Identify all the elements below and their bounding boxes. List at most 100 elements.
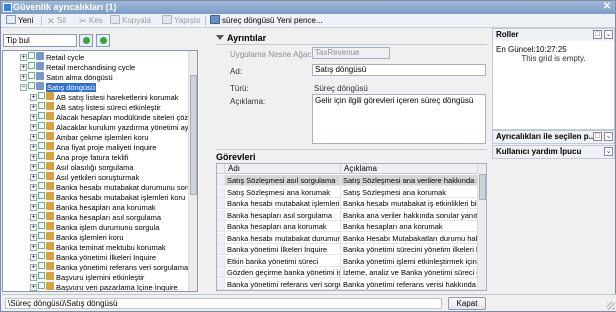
expand-icon[interactable]: + xyxy=(30,274,37,281)
tree-item[interactable]: + Retail merchandising cycle xyxy=(20,62,135,72)
tree-item[interactable]: + Ana fiyat proje maliyeti İnquire xyxy=(30,142,156,152)
grid-row-selector[interactable] xyxy=(217,278,225,290)
task-name-cell[interactable]: Banka hesapları ana korumak xyxy=(225,221,341,232)
grid-row-selector[interactable] xyxy=(217,244,225,255)
expand-icon[interactable]: + xyxy=(30,184,37,191)
expand-icon[interactable]: + xyxy=(20,64,27,71)
panel-expand-icon[interactable]: ⌄ xyxy=(604,147,613,156)
expand-icon[interactable]: + xyxy=(20,74,27,81)
tree-item[interactable]: − Satış döngüsü xyxy=(20,82,96,92)
tree-item[interactable]: + Banka hesabı mutabakat durumunu sorgula xyxy=(30,182,197,192)
tree-item-checkbox[interactable] xyxy=(28,62,35,69)
task-name-cell[interactable]: Banka hesapları asıl sorgulama xyxy=(225,209,341,221)
tree-item[interactable]: + Asıl olasılığı sorgulama xyxy=(30,162,134,172)
expand-icon[interactable]: + xyxy=(30,104,37,111)
tree-item[interactable]: + Banka teminat mektubu korumak xyxy=(30,242,166,252)
tree-item[interactable]: + Başvuru veri pazarlama İçine İnquire xyxy=(30,282,178,291)
tree-item[interactable]: + Başvuru işlemini etkinleştir xyxy=(30,272,144,282)
tree-item-checkbox[interactable] xyxy=(38,122,45,129)
tree-item-checkbox[interactable] xyxy=(28,72,35,79)
window-close-button[interactable]: ✕ xyxy=(600,1,614,13)
tree-item-checkbox[interactable] xyxy=(38,252,45,259)
delete-button[interactable]: ✕ Sil xyxy=(47,14,66,28)
tree-item[interactable]: + Asıl yetkileri soruşturmak xyxy=(30,172,139,182)
tree-item[interactable]: + Banka işlem durumunu sorgula xyxy=(30,222,159,232)
tree-item[interactable]: + AB satış listesi hareketlerini korumak xyxy=(30,92,179,102)
task-description-cell[interactable]: Banka yönetimi sürecini yönetim ilkeleri… xyxy=(341,244,479,255)
grid-row-selector[interactable] xyxy=(217,186,225,198)
new-button[interactable]: Yeni xyxy=(6,14,33,28)
tree-item-checkbox[interactable] xyxy=(38,232,45,239)
expand-icon[interactable]: + xyxy=(30,134,37,141)
panel-expand-icon[interactable]: ⌄ xyxy=(604,132,613,141)
tree-item-checkbox[interactable] xyxy=(38,132,45,139)
tree-item[interactable]: + Banka yönetimi İlkeleri İnquire xyxy=(30,252,156,262)
paste-button[interactable]: Yapıştır xyxy=(162,14,201,28)
tree-item-checkbox[interactable] xyxy=(38,212,45,219)
grid-row-selector[interactable] xyxy=(217,175,225,186)
collapse-icon[interactable]: − xyxy=(20,84,27,91)
resize-grip-icon[interactable] xyxy=(607,302,615,310)
tree-item[interactable]: + Banka hesapları asıl sorgulama xyxy=(30,212,161,222)
open-process-new-window-button[interactable]: süreç döngüsü Yeni pence... xyxy=(210,14,323,28)
tree-item-checkbox[interactable] xyxy=(38,192,45,199)
task-name-cell[interactable]: Banka hesabı mutabakat işlemleri koru xyxy=(225,198,341,209)
tree-item[interactable]: + Ana proje fatura teklifi xyxy=(30,152,129,162)
task-description-cell[interactable]: Banka hesapları ana korumak xyxy=(341,221,479,232)
task-description-cell[interactable]: Banka yönetimi işlemi etkinleştirmek içi… xyxy=(341,255,479,267)
tree-item[interactable]: + Ambar çekme işlemleri koru xyxy=(30,132,149,142)
task-name-cell[interactable]: Satış Sözleşmesi ana korumak xyxy=(225,186,341,198)
privilege-tree[interactable]: + Retail cycle + Retail merchandising cycle… xyxy=(2,50,198,292)
panel-pin-icon[interactable]: □ xyxy=(593,30,602,39)
task-name-cell[interactable]: Etkin banka yönetimi süreci xyxy=(225,255,341,267)
tasks-grid[interactable]: Adı Açıklama Satış Sözleşmesi asıl sorgu… xyxy=(216,163,487,291)
find-next-button[interactable] xyxy=(96,34,110,47)
task-description-cell[interactable]: Banka ana veriler hakkında sorular yanıt… xyxy=(341,209,479,221)
expand-icon[interactable]: + xyxy=(30,264,37,271)
task-description-cell[interactable]: Banka hesabı mutabakat iş etkinlikleri b… xyxy=(341,198,479,209)
grid-scrollbar[interactable] xyxy=(477,164,486,290)
description-field[interactable]: Gelir için ilgili görevleri içeren süreç… xyxy=(312,94,486,144)
grid-row-selector[interactable] xyxy=(217,255,225,267)
task-name-cell[interactable]: Banka yönetimi referans veri sorgulama xyxy=(225,278,341,290)
expand-icon[interactable]: + xyxy=(30,124,37,131)
tree-item-checkbox[interactable] xyxy=(38,202,45,209)
expand-icon[interactable]: + xyxy=(30,254,37,261)
task-name-cell[interactable]: Gözden geçirme banka yönetimi iş... xyxy=(225,267,341,278)
tree-item[interactable]: + Retail cycle xyxy=(20,52,84,62)
find-type-search-input[interactable] xyxy=(3,34,77,47)
task-name-cell[interactable]: Banka hesabı mutabakat durumunu sorgula xyxy=(225,232,341,244)
panel-pin-icon[interactable]: □ xyxy=(593,132,602,141)
name-field[interactable]: Satış döngüsü xyxy=(312,64,486,76)
tree-item-checkbox[interactable] xyxy=(38,112,45,119)
expand-icon[interactable]: + xyxy=(30,244,37,251)
grid-row-selector[interactable] xyxy=(217,209,225,221)
expand-icon[interactable]: + xyxy=(30,164,37,171)
expand-icon[interactable]: + xyxy=(30,144,37,151)
tree-item-checkbox[interactable] xyxy=(38,272,45,279)
expand-icon[interactable]: + xyxy=(30,204,37,211)
tree-item-checkbox[interactable] xyxy=(28,52,35,59)
tree-item[interactable]: + Banka işlemleri koru xyxy=(30,232,124,242)
task-description-cell[interactable]: Banka yönetimi referans verisi hakkında … xyxy=(341,278,479,290)
tree-scrollbar[interactable] xyxy=(188,51,197,291)
task-description-cell[interactable]: Banka Hesabı Mutabakatları durumu hakkın… xyxy=(341,232,479,244)
cut-button[interactable]: ✂ Kes xyxy=(79,14,103,28)
expand-icon[interactable]: + xyxy=(30,234,37,241)
tree-item[interactable]: + Banka yönetimi referans veri sorgulama xyxy=(30,262,188,272)
grid-row-selector[interactable] xyxy=(217,232,225,244)
tree-item[interactable]: + Banka hesabı mutabakat işlemleri koru xyxy=(30,192,185,202)
task-name-cell[interactable]: Satış Sözleşmesi asıl sorgulama xyxy=(225,175,341,186)
tree-item[interactable]: + Banka hesapları ana korumak xyxy=(30,202,156,212)
task-description-cell[interactable]: İzleme, analiz ve Banka yönetimi süreci … xyxy=(341,267,479,278)
tree-item-checkbox[interactable] xyxy=(38,282,45,289)
expand-icon[interactable]: + xyxy=(30,194,37,201)
task-description-cell[interactable]: Satış Sözleşmesi ana korumak xyxy=(341,186,479,198)
grid-row-selector[interactable] xyxy=(217,221,225,232)
tree-item-checkbox[interactable] xyxy=(28,82,35,89)
expand-icon[interactable]: + xyxy=(30,154,37,161)
task-name-cell[interactable]: Banka yönetimi İlkeleri İnquire xyxy=(225,244,341,255)
user-help-header[interactable]: Kullanıcı yardım İpucu xyxy=(493,146,614,158)
tree-item-checkbox[interactable] xyxy=(38,102,45,109)
tree-item[interactable]: + Alacak hesapları modülünde siteleri çöz… xyxy=(30,112,197,122)
